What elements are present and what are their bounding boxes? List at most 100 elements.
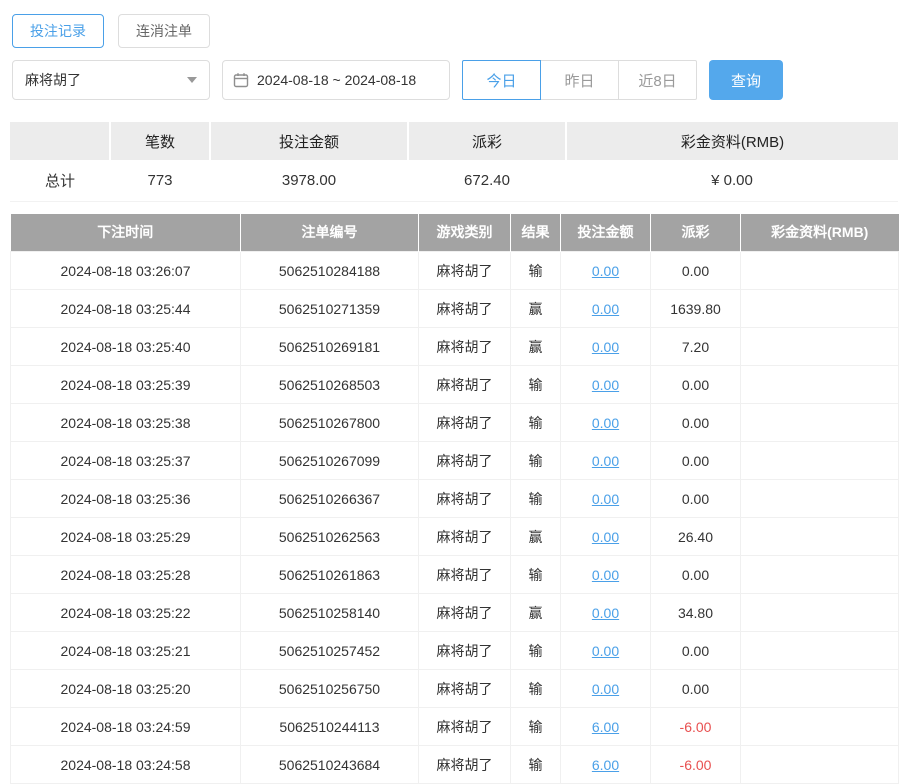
bet-time-cell: 2024-08-18 03:25:21 xyxy=(11,632,241,670)
bonus-cell xyxy=(741,746,899,784)
search-button[interactable]: 查询 xyxy=(709,60,783,100)
col-header-bonus: 彩金资料(RMB) xyxy=(741,214,899,252)
game-type-cell: 麻将胡了 xyxy=(419,670,511,708)
bet-amount-link[interactable]: 0.00 xyxy=(561,442,651,480)
game-type-cell: 麻将胡了 xyxy=(419,328,511,366)
table-row: 2024-08-18 03:25:225062510258140麻将胡了赢0.0… xyxy=(11,594,899,632)
bet-table-body: 2024-08-18 03:26:075062510284188麻将胡了输0.0… xyxy=(11,252,899,784)
game-type-cell: 麻将胡了 xyxy=(419,594,511,632)
table-row: 2024-08-18 03:25:295062510262563麻将胡了赢0.0… xyxy=(11,518,899,556)
result-cell: 输 xyxy=(511,632,561,670)
table-row: 2024-08-18 03:25:375062510267099麻将胡了输0.0… xyxy=(11,442,899,480)
game-select-value: 麻将胡了 xyxy=(25,70,81,90)
bet-time-cell: 2024-08-18 03:25:37 xyxy=(11,442,241,480)
bet-amount-link[interactable]: 0.00 xyxy=(561,594,651,632)
bet-amount-link[interactable]: 0.00 xyxy=(561,290,651,328)
game-type-cell: 麻将胡了 xyxy=(419,442,511,480)
chevron-down-icon xyxy=(187,77,197,83)
bet-amount-link[interactable]: 6.00 xyxy=(561,746,651,784)
payout-cell: 0.00 xyxy=(651,632,741,670)
payout-cell: 0.00 xyxy=(651,670,741,708)
bet-time-cell: 2024-08-18 03:24:58 xyxy=(11,746,241,784)
tab-cancelled-orders[interactable]: 连消注单 xyxy=(118,14,210,48)
order-id-cell: 5062510244113 xyxy=(241,708,419,746)
order-id-cell: 5062510266367 xyxy=(241,480,419,518)
bet-time-cell: 2024-08-18 03:25:40 xyxy=(11,328,241,366)
result-cell: 输 xyxy=(511,670,561,708)
bet-table: 下注时间 注单编号 游戏类别 结果 投注金额 派彩 彩金资料(RMB) 2024… xyxy=(10,214,899,784)
bet-amount-link[interactable]: 0.00 xyxy=(561,518,651,556)
bet-amount-link[interactable]: 0.00 xyxy=(561,252,651,290)
filter-bar: 麻将胡了 2024-08-18 ~ 2024-08-18 今日 昨日 近8日 查… xyxy=(12,60,898,100)
result-cell: 输 xyxy=(511,556,561,594)
game-type-cell: 麻将胡了 xyxy=(419,746,511,784)
table-row: 2024-08-18 03:25:395062510268503麻将胡了输0.0… xyxy=(11,366,899,404)
payout-cell: 0.00 xyxy=(651,556,741,594)
game-select[interactable]: 麻将胡了 xyxy=(12,60,210,100)
bet-time-cell: 2024-08-18 03:24:59 xyxy=(11,708,241,746)
table-row: 2024-08-18 03:25:215062510257452麻将胡了输0.0… xyxy=(11,632,899,670)
quick-last8days-button[interactable]: 近8日 xyxy=(618,60,697,100)
bet-amount-link[interactable]: 0.00 xyxy=(561,366,651,404)
summary-total-bet-amount: 3978.00 xyxy=(210,160,408,201)
bet-amount-link[interactable]: 0.00 xyxy=(561,556,651,594)
result-cell: 赢 xyxy=(511,328,561,366)
bet-amount-link[interactable]: 0.00 xyxy=(561,480,651,518)
result-cell: 赢 xyxy=(511,290,561,328)
bonus-cell xyxy=(741,670,899,708)
bonus-cell xyxy=(741,328,899,366)
result-cell: 输 xyxy=(511,708,561,746)
bet-amount-link[interactable]: 0.00 xyxy=(561,328,651,366)
game-type-cell: 麻将胡了 xyxy=(419,632,511,670)
bonus-cell xyxy=(741,556,899,594)
order-id-cell: 5062510257452 xyxy=(241,632,419,670)
bet-amount-link[interactable]: 0.00 xyxy=(561,404,651,442)
bonus-cell xyxy=(741,442,899,480)
bet-amount-link[interactable]: 6.00 xyxy=(561,708,651,746)
bet-amount-link[interactable]: 0.00 xyxy=(561,632,651,670)
date-range-picker[interactable]: 2024-08-18 ~ 2024-08-18 xyxy=(222,60,450,100)
order-id-cell: 5062510267800 xyxy=(241,404,419,442)
col-header-result: 结果 xyxy=(511,214,561,252)
order-id-cell: 5062510261863 xyxy=(241,556,419,594)
table-row: 2024-08-18 03:25:285062510261863麻将胡了输0.0… xyxy=(11,556,899,594)
payout-cell: 0.00 xyxy=(651,252,741,290)
summary-col-payout: 派彩 xyxy=(408,122,566,160)
bonus-cell xyxy=(741,518,899,556)
col-header-bet-time: 下注时间 xyxy=(11,214,241,252)
table-row: 2024-08-18 03:25:205062510256750麻将胡了输0.0… xyxy=(11,670,899,708)
tab-bet-records[interactable]: 投注记录 xyxy=(12,14,104,48)
bet-amount-link[interactable]: 0.00 xyxy=(561,670,651,708)
game-type-cell: 麻将胡了 xyxy=(419,252,511,290)
col-header-payout: 派彩 xyxy=(651,214,741,252)
bet-time-cell: 2024-08-18 03:25:38 xyxy=(11,404,241,442)
payout-cell: 34.80 xyxy=(651,594,741,632)
bet-time-cell: 2024-08-18 03:25:39 xyxy=(11,366,241,404)
table-row: 2024-08-18 03:26:075062510284188麻将胡了输0.0… xyxy=(11,252,899,290)
bet-time-cell: 2024-08-18 03:25:44 xyxy=(11,290,241,328)
payout-cell: 0.00 xyxy=(651,442,741,480)
record-tabs: 投注记录 连消注单 xyxy=(12,14,898,48)
col-header-order-id: 注单编号 xyxy=(241,214,419,252)
summary-table: 笔数 投注金额 派彩 彩金资料(RMB) 总计 773 3978.00 672.… xyxy=(10,122,898,202)
bet-table-header-row: 下注时间 注单编号 游戏类别 结果 投注金额 派彩 彩金资料(RMB) xyxy=(11,214,899,252)
payout-cell: 0.00 xyxy=(651,480,741,518)
col-header-bet-amount: 投注金额 xyxy=(561,214,651,252)
result-cell: 输 xyxy=(511,442,561,480)
summary-total-bonus: ¥ 0.00 xyxy=(566,160,898,201)
bet-time-cell: 2024-08-18 03:25:36 xyxy=(11,480,241,518)
date-range-value: 2024-08-18 ~ 2024-08-18 xyxy=(257,72,416,88)
table-row: 2024-08-18 03:24:585062510243684麻将胡了输6.0… xyxy=(11,746,899,784)
summary-col-count: 笔数 xyxy=(110,122,210,160)
order-id-cell: 5062510262563 xyxy=(241,518,419,556)
summary-col-bet-amount: 投注金额 xyxy=(210,122,408,160)
quick-today-button[interactable]: 今日 xyxy=(462,60,541,100)
quick-date-group: 今日 昨日 近8日 xyxy=(462,60,697,100)
summary-header-row: 笔数 投注金额 派彩 彩金资料(RMB) xyxy=(10,122,898,160)
summary-total-label: 总计 xyxy=(10,160,110,201)
result-cell: 输 xyxy=(511,746,561,784)
result-cell: 赢 xyxy=(511,594,561,632)
payout-cell: 0.00 xyxy=(651,404,741,442)
quick-yesterday-button[interactable]: 昨日 xyxy=(540,60,619,100)
table-row: 2024-08-18 03:25:405062510269181麻将胡了赢0.0… xyxy=(11,328,899,366)
